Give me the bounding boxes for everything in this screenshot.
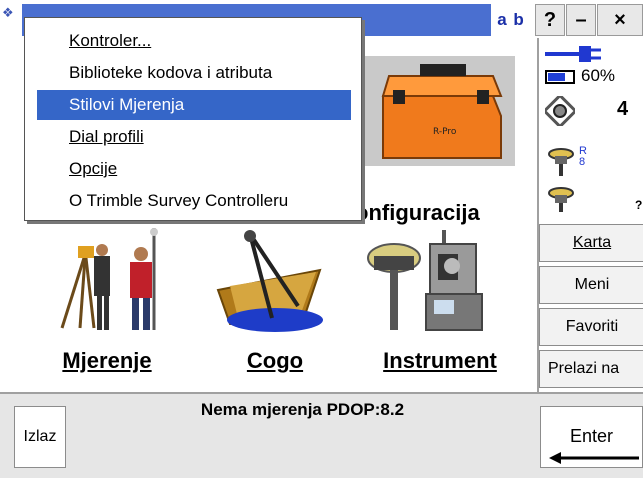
tile-cogo-text: Cogo	[246, 348, 304, 373]
menu-item-controller[interactable]: Kontroler...	[37, 26, 351, 56]
enter-button[interactable]: Enter	[540, 406, 643, 468]
battery-level-fill	[548, 73, 565, 81]
unknown-mark: ?	[635, 198, 643, 212]
menu-item-survey-styles-label: Stilovi Mjerenja	[69, 95, 185, 114]
compass-drafting-icon	[216, 230, 323, 332]
receiver-badge: R 8	[579, 145, 587, 168]
menu-item-dial-profiles-label: Dial profili	[69, 127, 144, 146]
minimize-button[interactable]: –	[566, 4, 596, 36]
battery-icon	[545, 70, 575, 84]
battery-percent: 60%	[581, 66, 616, 85]
satellite-count: 4	[617, 98, 629, 120]
enter-button-label: Enter	[569, 426, 614, 446]
svg-text:R-Pro: R-Pro	[433, 127, 457, 137]
power-plug-icon	[545, 46, 601, 62]
menu-item-options[interactable]: Opcije	[37, 154, 351, 184]
instrument-icon	[367, 230, 483, 331]
menu-item-code-libraries[interactable]: Biblioteke kodova i atributa	[37, 58, 351, 88]
help-button[interactable]: ?	[535, 4, 565, 36]
menu-item-options-label: Opcije	[69, 159, 118, 178]
tile-configuration[interactable]: R-Pro onfiguracija	[355, 56, 525, 225]
menu-item-survey-styles[interactable]: Stilovi Mjerenja	[37, 90, 351, 120]
switch-to-button-label: Prelazi na	[548, 360, 620, 377]
tile-configuration-label: onfiguracija	[355, 200, 480, 225]
toolbox-icon: R-Pro	[365, 56, 515, 166]
switch-to-button[interactable]: Prelazi na	[539, 350, 643, 388]
satellite-icon	[545, 96, 575, 126]
enter-arrow-icon	[549, 452, 639, 464]
menu-item-about-label: O Trimble Survey Controlleru	[69, 191, 289, 210]
menu-button[interactable]: Meni	[539, 266, 643, 304]
receiver-icon[interactable]	[547, 146, 577, 176]
menu-item-dial-profiles[interactable]: Dial profili	[37, 122, 351, 152]
menu-item-controller-label: Kontroler...	[69, 31, 152, 50]
bottom-bar: Nema mjerenja PDOP:8.2 Izlaz Enter	[0, 392, 643, 478]
menu-item-about[interactable]: O Trimble Survey Controlleru	[37, 186, 351, 216]
tile-instrument-label: Instrument	[355, 348, 525, 374]
tile-survey-text: Mjerenje	[62, 348, 152, 373]
map-button-label: Karta	[572, 234, 612, 251]
input-mode-button[interactable]: a b	[491, 4, 531, 36]
measurement-status: Nema mjerenja PDOP:8.2	[200, 400, 405, 419]
tile-instrument[interactable]: Instrument	[355, 228, 525, 373]
status-side-pane: 60% 4 R 8 ? Karta Meni Favoriti Prelazi …	[537, 38, 643, 392]
favorites-button[interactable]: Favoriti	[539, 308, 643, 346]
tile-cogo-label: Cogo	[190, 348, 360, 374]
tile-survey[interactable]: Mjerenje	[22, 228, 192, 373]
exit-button[interactable]: Izlaz	[14, 406, 66, 468]
favorites-button-label: Favoriti	[565, 318, 619, 335]
tile-instrument-text: Instrument	[383, 348, 497, 373]
menu-button-label: Meni	[574, 276, 610, 293]
close-button[interactable]: ×	[597, 4, 643, 36]
tile-survey-label: Mjerenje	[22, 348, 192, 374]
app-icon[interactable]: ❖	[2, 6, 22, 34]
menu-item-code-libraries-label: Biblioteke kodova i atributa	[69, 63, 273, 82]
rover-receiver-icon[interactable]	[547, 186, 577, 212]
surveyors-icon	[60, 228, 158, 330]
dropdown-menu: Kontroler... Biblioteke kodova i atribut…	[24, 17, 362, 221]
tile-cogo[interactable]: Cogo	[190, 228, 360, 373]
map-button[interactable]: Karta	[539, 224, 643, 262]
